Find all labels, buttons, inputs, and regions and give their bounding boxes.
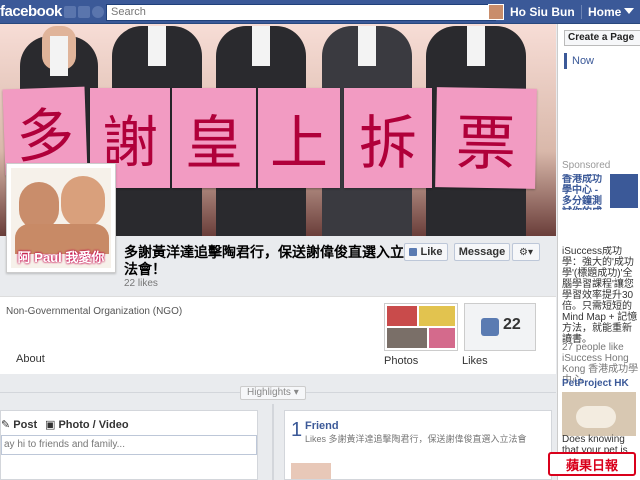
facebook-logo[interactable]: facebook bbox=[0, 3, 62, 20]
cover-sign: 皇 bbox=[172, 88, 256, 188]
now-indicator bbox=[564, 53, 567, 69]
page-title[interactable]: 多謝黃洋達追擊陶君行，保送謝偉俊直選入立法會！ bbox=[124, 244, 414, 278]
highlights-label: Highlights bbox=[247, 387, 291, 398]
like-button-label: Like bbox=[420, 246, 443, 258]
top-nav-bar: facebook Search Ho Siu Bun Home bbox=[0, 0, 640, 24]
photo-tile bbox=[387, 328, 427, 348]
cover-sign: 上 bbox=[258, 88, 340, 188]
timeline-now-link[interactable]: Now bbox=[572, 55, 594, 67]
friend-title[interactable]: Friend bbox=[305, 420, 339, 432]
cover-sign: 拆 bbox=[344, 88, 432, 188]
pencil-icon: ✎ bbox=[1, 419, 11, 431]
account-menu-arrow-icon[interactable] bbox=[624, 8, 634, 14]
dog-shape bbox=[576, 406, 616, 428]
ad-title[interactable]: 香港成功學中心 - 多分鐘測試你的成功指數 bbox=[562, 174, 608, 210]
highlights-dropdown[interactable]: Highlights ▾ bbox=[240, 386, 306, 400]
page-root: facebook Search Ho Siu Bun Home 多 謝 皇 上 … bbox=[0, 0, 640, 480]
status-input[interactable]: ay hi to friends and family... bbox=[1, 435, 257, 455]
ad-title[interactable]: PetProject HK bbox=[562, 378, 629, 389]
about-link[interactable]: About bbox=[16, 353, 45, 365]
messages-icon[interactable] bbox=[78, 6, 90, 18]
chevron-down-icon: ▾ bbox=[293, 387, 299, 398]
friend-count: 1 bbox=[291, 419, 303, 441]
profile-caption: 阿 Paul 我愛你 bbox=[17, 250, 105, 265]
settings-menu-button[interactable]: ⚙▾ bbox=[512, 243, 540, 261]
likes-thumbnail[interactable]: 22 bbox=[464, 303, 536, 351]
thumbs-up-icon bbox=[409, 248, 418, 256]
page-category: Non-Governmental Organization (NGO) bbox=[6, 306, 183, 317]
photos-label[interactable]: Photos bbox=[384, 355, 418, 367]
right-sidebar: Create a Page Now Sponsored 香港成功學中心 - 多分… bbox=[557, 24, 640, 480]
tab-post-label: Post bbox=[13, 419, 38, 431]
profile-image: 阿 Paul 我愛你 bbox=[11, 168, 111, 268]
tab-photo-video-label: Photo / Video bbox=[58, 419, 129, 431]
friend-activity-box: 1 Friend Likes 多謝黃洋達追擊陶君行，保送謝偉俊直選入立法會 bbox=[284, 410, 552, 480]
likes-number: 22 bbox=[503, 316, 521, 333]
page-info-band: Non-Governmental Organization (NGO) Abou… bbox=[0, 296, 556, 374]
profile-face bbox=[61, 176, 105, 228]
home-link[interactable]: Home bbox=[588, 5, 621, 19]
notifications-icon[interactable] bbox=[92, 6, 104, 18]
likes-label[interactable]: Likes bbox=[462, 355, 488, 367]
timeline-spine bbox=[272, 404, 274, 480]
likes-count[interactable]: 22 likes bbox=[124, 278, 158, 289]
friend-requests-icon[interactable] bbox=[64, 6, 76, 18]
photo-tile bbox=[429, 328, 455, 348]
user-name-link[interactable]: Ho Siu Bun bbox=[510, 5, 575, 19]
watermark-logo: 蘋果日報 bbox=[548, 452, 636, 476]
thumbs-up-icon bbox=[481, 318, 499, 336]
friend-activity-text: Likes 多謝黃洋達追擊陶君行，保送謝偉俊直選入立法會 bbox=[305, 434, 527, 444]
timeline: Highlights ▾ ✎ Post ▣ Photo / Video ay h… bbox=[0, 374, 556, 480]
message-button[interactable]: Message bbox=[454, 243, 510, 261]
photos-thumbnail[interactable] bbox=[384, 303, 458, 351]
create-page-button[interactable]: Create a Page bbox=[564, 30, 640, 46]
like-button[interactable]: Like bbox=[404, 243, 448, 261]
ad-text[interactable]: iSuccess成功學：強大的'成功學'(標題成功)'全腦學習課程'讓您學習效率… bbox=[562, 246, 640, 354]
camera-icon: ▣ bbox=[45, 419, 56, 431]
ad-image-dog[interactable] bbox=[562, 392, 636, 436]
ad-image[interactable] bbox=[610, 174, 638, 208]
nav-divider bbox=[581, 5, 582, 19]
tab-post[interactable]: ✎ Post bbox=[1, 418, 37, 431]
search-input[interactable]: Search bbox=[106, 4, 496, 21]
photo-tile bbox=[387, 306, 417, 326]
friend-photo[interactable] bbox=[291, 463, 331, 479]
gear-icon: ⚙▾ bbox=[519, 246, 533, 258]
post-composer: ✎ Post ▣ Photo / Video ay hi to friends … bbox=[0, 410, 258, 480]
user-avatar[interactable] bbox=[488, 4, 504, 20]
profile-face bbox=[19, 182, 59, 230]
tab-photo-video[interactable]: ▣ Photo / Video bbox=[45, 418, 129, 431]
profile-picture[interactable]: 阿 Paul 我愛你 bbox=[6, 163, 116, 273]
cover-sign: 票 bbox=[435, 87, 537, 189]
sponsored-heading: Sponsored bbox=[562, 160, 611, 171]
photo-tile bbox=[419, 306, 455, 326]
